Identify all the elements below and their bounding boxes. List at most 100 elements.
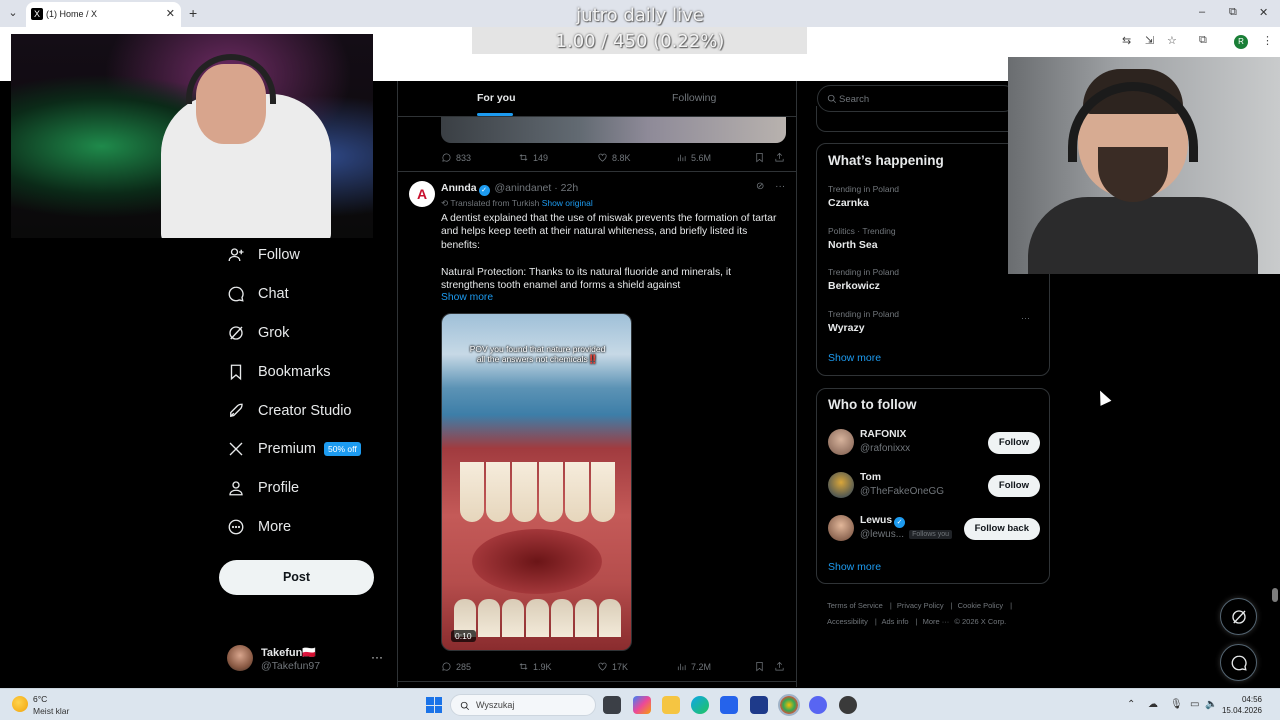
follow-back-button[interactable]: Follow back: [963, 518, 1040, 540]
footer-link[interactable]: Ads info: [881, 617, 908, 626]
weather-description[interactable]: Meist klar: [33, 706, 69, 716]
grok-fab-button[interactable]: [1220, 598, 1257, 635]
chat-icon: [1231, 655, 1247, 671]
taskbar-search[interactable]: Wyszukaj: [450, 694, 596, 716]
bookmark-tweet-button[interactable]: [754, 152, 765, 163]
discord-icon[interactable]: [809, 696, 827, 714]
weather-temperature[interactable]: 6°C: [33, 694, 47, 704]
nav-chat[interactable]: Chat: [226, 281, 289, 307]
who-to-follow-show-more[interactable]: Show more: [828, 561, 881, 573]
tab-for-you[interactable]: For you: [477, 92, 516, 104]
avatar[interactable]: [828, 472, 854, 498]
like-button[interactable]: 17K: [597, 661, 628, 672]
mail-icon[interactable]: [720, 696, 738, 714]
search-box[interactable]: [817, 85, 1017, 112]
nav-bookmarks[interactable]: Bookmarks: [226, 359, 331, 385]
share-icon: [775, 661, 784, 671]
show-more-link[interactable]: Show more: [441, 292, 493, 303]
nav-label: Bookmarks: [258, 364, 331, 380]
timeline[interactable]: For you Following 833 149 8.8K 5.6M A An…: [397, 81, 797, 687]
start-button[interactable]: [426, 697, 442, 713]
tray-chevron-icon[interactable]: ⌃: [1127, 699, 1135, 710]
trend-item[interactable]: Trending in Poland Berkowicz: [828, 267, 1038, 292]
trend-item[interactable]: Trending in Poland Wyrazy ···: [828, 309, 1038, 334]
app-icon[interactable]: [839, 696, 857, 714]
tweet-time[interactable]: · 22h: [554, 182, 578, 194]
tweet-video[interactable]: POV you found that nature provided all t…: [441, 313, 632, 651]
tray-app-icon[interactable]: ☁: [1148, 699, 1158, 710]
trend-item[interactable]: Trending in Poland Czarnka: [828, 184, 1038, 209]
search-icon: [460, 701, 470, 711]
nav-follow[interactable]: Follow: [226, 242, 300, 268]
follows-you-badge: Follows you: [909, 530, 953, 539]
trends-show-more[interactable]: Show more: [828, 352, 881, 364]
tweet-handle[interactable]: @anindanet: [495, 182, 552, 194]
clock-time: 04:56: [1241, 695, 1262, 704]
follow-suggestion[interactable]: RAFONIX @rafonixxx Follow: [828, 429, 1040, 459]
scrollbar-thumb[interactable]: [1272, 588, 1278, 602]
taskbar-clock[interactable]: 04:56 15.04.2026: [1214, 694, 1262, 716]
nav-more[interactable]: More: [226, 514, 291, 540]
show-original-link[interactable]: Show original: [542, 198, 593, 208]
tweet-author[interactable]: Anında ✓ @anindanet · 22h: [441, 182, 578, 196]
footer-links: Terms of Service | Privacy Policy | Cookie…: [827, 601, 1013, 626]
share-button[interactable]: [774, 152, 785, 163]
tweet-avatar[interactable]: A: [409, 181, 435, 207]
nav-creator-studio[interactable]: Creator Studio: [226, 398, 352, 424]
avatar[interactable]: [828, 429, 854, 455]
tweet-text: A dentist explained that the use of misw…: [441, 213, 777, 292]
task-view-icon[interactable]: [603, 696, 621, 714]
bookmark-tweet-button[interactable]: [754, 661, 765, 672]
account-name[interactable]: Takefun🇵🇱: [261, 646, 316, 659]
trend-item[interactable]: Politics · Trending North Sea: [828, 226, 1038, 251]
nav-label: More: [258, 519, 292, 535]
chat-icon: [226, 284, 246, 304]
account-avatar[interactable]: [227, 645, 253, 671]
footer-link[interactable]: More ···: [923, 617, 950, 626]
rocket-icon: [226, 401, 246, 421]
reply-icon: [442, 153, 451, 162]
chrome-icon[interactable]: [778, 694, 800, 716]
account-more-button[interactable]: ···: [371, 650, 383, 664]
tweet-more-icon[interactable]: ···: [775, 181, 785, 192]
trend-more-icon[interactable]: ···: [1021, 313, 1030, 323]
nav-label: Follow: [258, 247, 300, 263]
bookmark-icon: [756, 662, 763, 672]
edge-icon[interactable]: [691, 696, 709, 714]
footer-link[interactable]: Accessibility: [827, 617, 868, 626]
repost-button[interactable]: 1.9K: [518, 661, 552, 672]
follow-suggestion[interactable]: Lewus ✓ @lewus... Follows you Follow back: [828, 515, 1040, 545]
post-button[interactable]: Post: [219, 560, 374, 595]
like-button[interactable]: 8.8K: [597, 152, 631, 163]
avatar[interactable]: [828, 515, 854, 541]
follow-button[interactable]: Follow: [987, 432, 1040, 454]
weather-icon[interactable]: [12, 696, 28, 712]
chat-fab-button[interactable]: [1220, 644, 1257, 681]
copilot-icon[interactable]: [633, 696, 651, 714]
store-icon[interactable]: [750, 696, 768, 714]
views-button[interactable]: 5.6M: [676, 152, 711, 163]
reply-button[interactable]: 285: [441, 661, 471, 672]
grok-icon: [1231, 609, 1246, 624]
search-input[interactable]: [839, 91, 1009, 107]
follow-suggestion[interactable]: Tom @TheFakeOneGG Follow: [828, 472, 1040, 502]
views-button[interactable]: 7.2M: [676, 661, 711, 672]
footer-link[interactable]: Cookie Policy: [958, 601, 1003, 610]
nav-grok[interactable]: Grok: [226, 320, 289, 346]
network-icon[interactable]: ▭: [1190, 699, 1199, 710]
previous-tweet-media[interactable]: [441, 117, 786, 143]
nav-profile[interactable]: Profile: [226, 475, 299, 501]
nav-premium[interactable]: Premium 50% off: [226, 436, 361, 462]
grok-icon[interactable]: ⊘: [756, 181, 764, 192]
video-caption: POV you found that nature provided all t…: [469, 344, 606, 364]
follow-button[interactable]: Follow: [987, 475, 1040, 497]
microphone-icon[interactable]: 🎙: [1170, 699, 1183, 710]
share-button[interactable]: [774, 661, 785, 672]
tab-following[interactable]: Following: [672, 92, 716, 104]
repost-button[interactable]: 149: [518, 152, 548, 163]
reply-icon: [442, 662, 451, 671]
reply-button[interactable]: 833: [441, 152, 471, 163]
footer-link[interactable]: Terms of Service: [827, 601, 883, 610]
footer-link[interactable]: Privacy Policy: [897, 601, 944, 610]
file-explorer-icon[interactable]: [662, 696, 680, 714]
